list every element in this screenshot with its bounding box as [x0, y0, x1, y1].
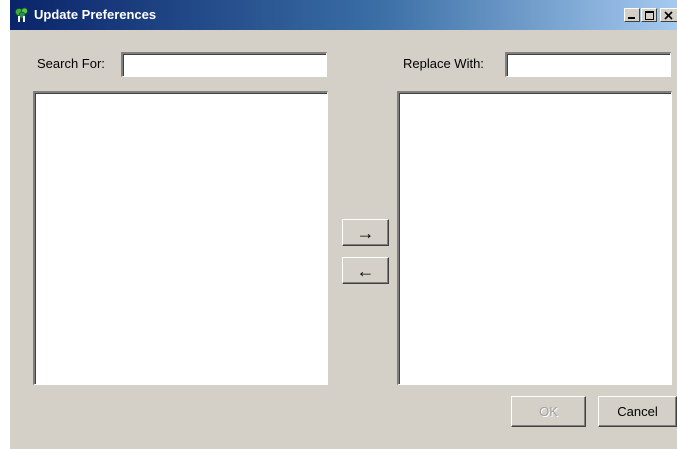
title-bar[interactable]: Update Preferences: [10, 0, 677, 30]
app-tree-icon: [14, 7, 30, 23]
close-button[interactable]: [660, 8, 677, 22]
arrow-left-icon: ←: [356, 260, 375, 281]
update-preferences-dialog: Update Preferences Search For: Replace W…: [9, 0, 677, 449]
minimize-icon: [628, 17, 635, 19]
window-title: Update Preferences: [34, 7, 157, 22]
move-left-button[interactable]: ←: [342, 257, 389, 284]
cancel-button[interactable]: Cancel: [598, 396, 677, 427]
replace-with-input[interactable]: [505, 52, 671, 77]
minimize-button[interactable]: [624, 8, 640, 22]
replace-with-label: Replace With:: [403, 56, 484, 71]
move-right-button[interactable]: →: [342, 219, 389, 246]
arrow-right-icon: →: [356, 222, 375, 243]
search-for-label: Search For:: [37, 56, 105, 71]
maximize-icon: [645, 11, 654, 20]
maximize-button[interactable]: [641, 8, 657, 22]
close-icon: [664, 11, 673, 20]
search-for-input[interactable]: [121, 52, 327, 77]
search-items-list[interactable]: [33, 91, 328, 385]
replace-items-list[interactable]: [397, 91, 672, 385]
ok-button[interactable]: OK: [511, 396, 586, 427]
